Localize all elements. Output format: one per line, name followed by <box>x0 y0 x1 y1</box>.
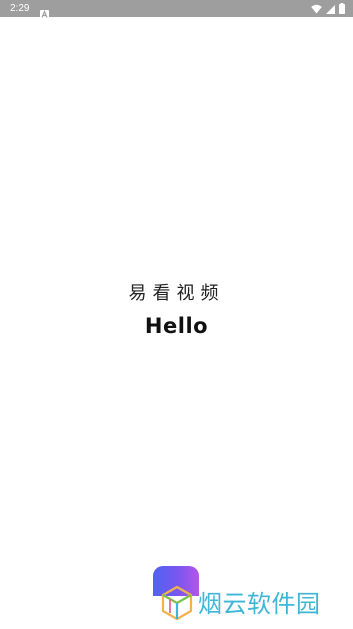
notification-a-icon <box>40 4 49 23</box>
status-bar: 2:29 <box>0 0 353 19</box>
signal-icon <box>326 0 335 18</box>
wifi-icon <box>311 0 322 18</box>
cube-logo-icon <box>160 585 194 625</box>
watermark-text: 烟云软件园 <box>198 590 321 618</box>
hello-greeting: Hello <box>144 314 209 338</box>
watermark: 烟云软件园 <box>160 583 350 627</box>
status-time: 2:29 <box>10 3 30 14</box>
app-name-title: 易看视频 <box>128 283 225 304</box>
battery-icon <box>339 0 345 18</box>
status-icons <box>311 3 345 14</box>
